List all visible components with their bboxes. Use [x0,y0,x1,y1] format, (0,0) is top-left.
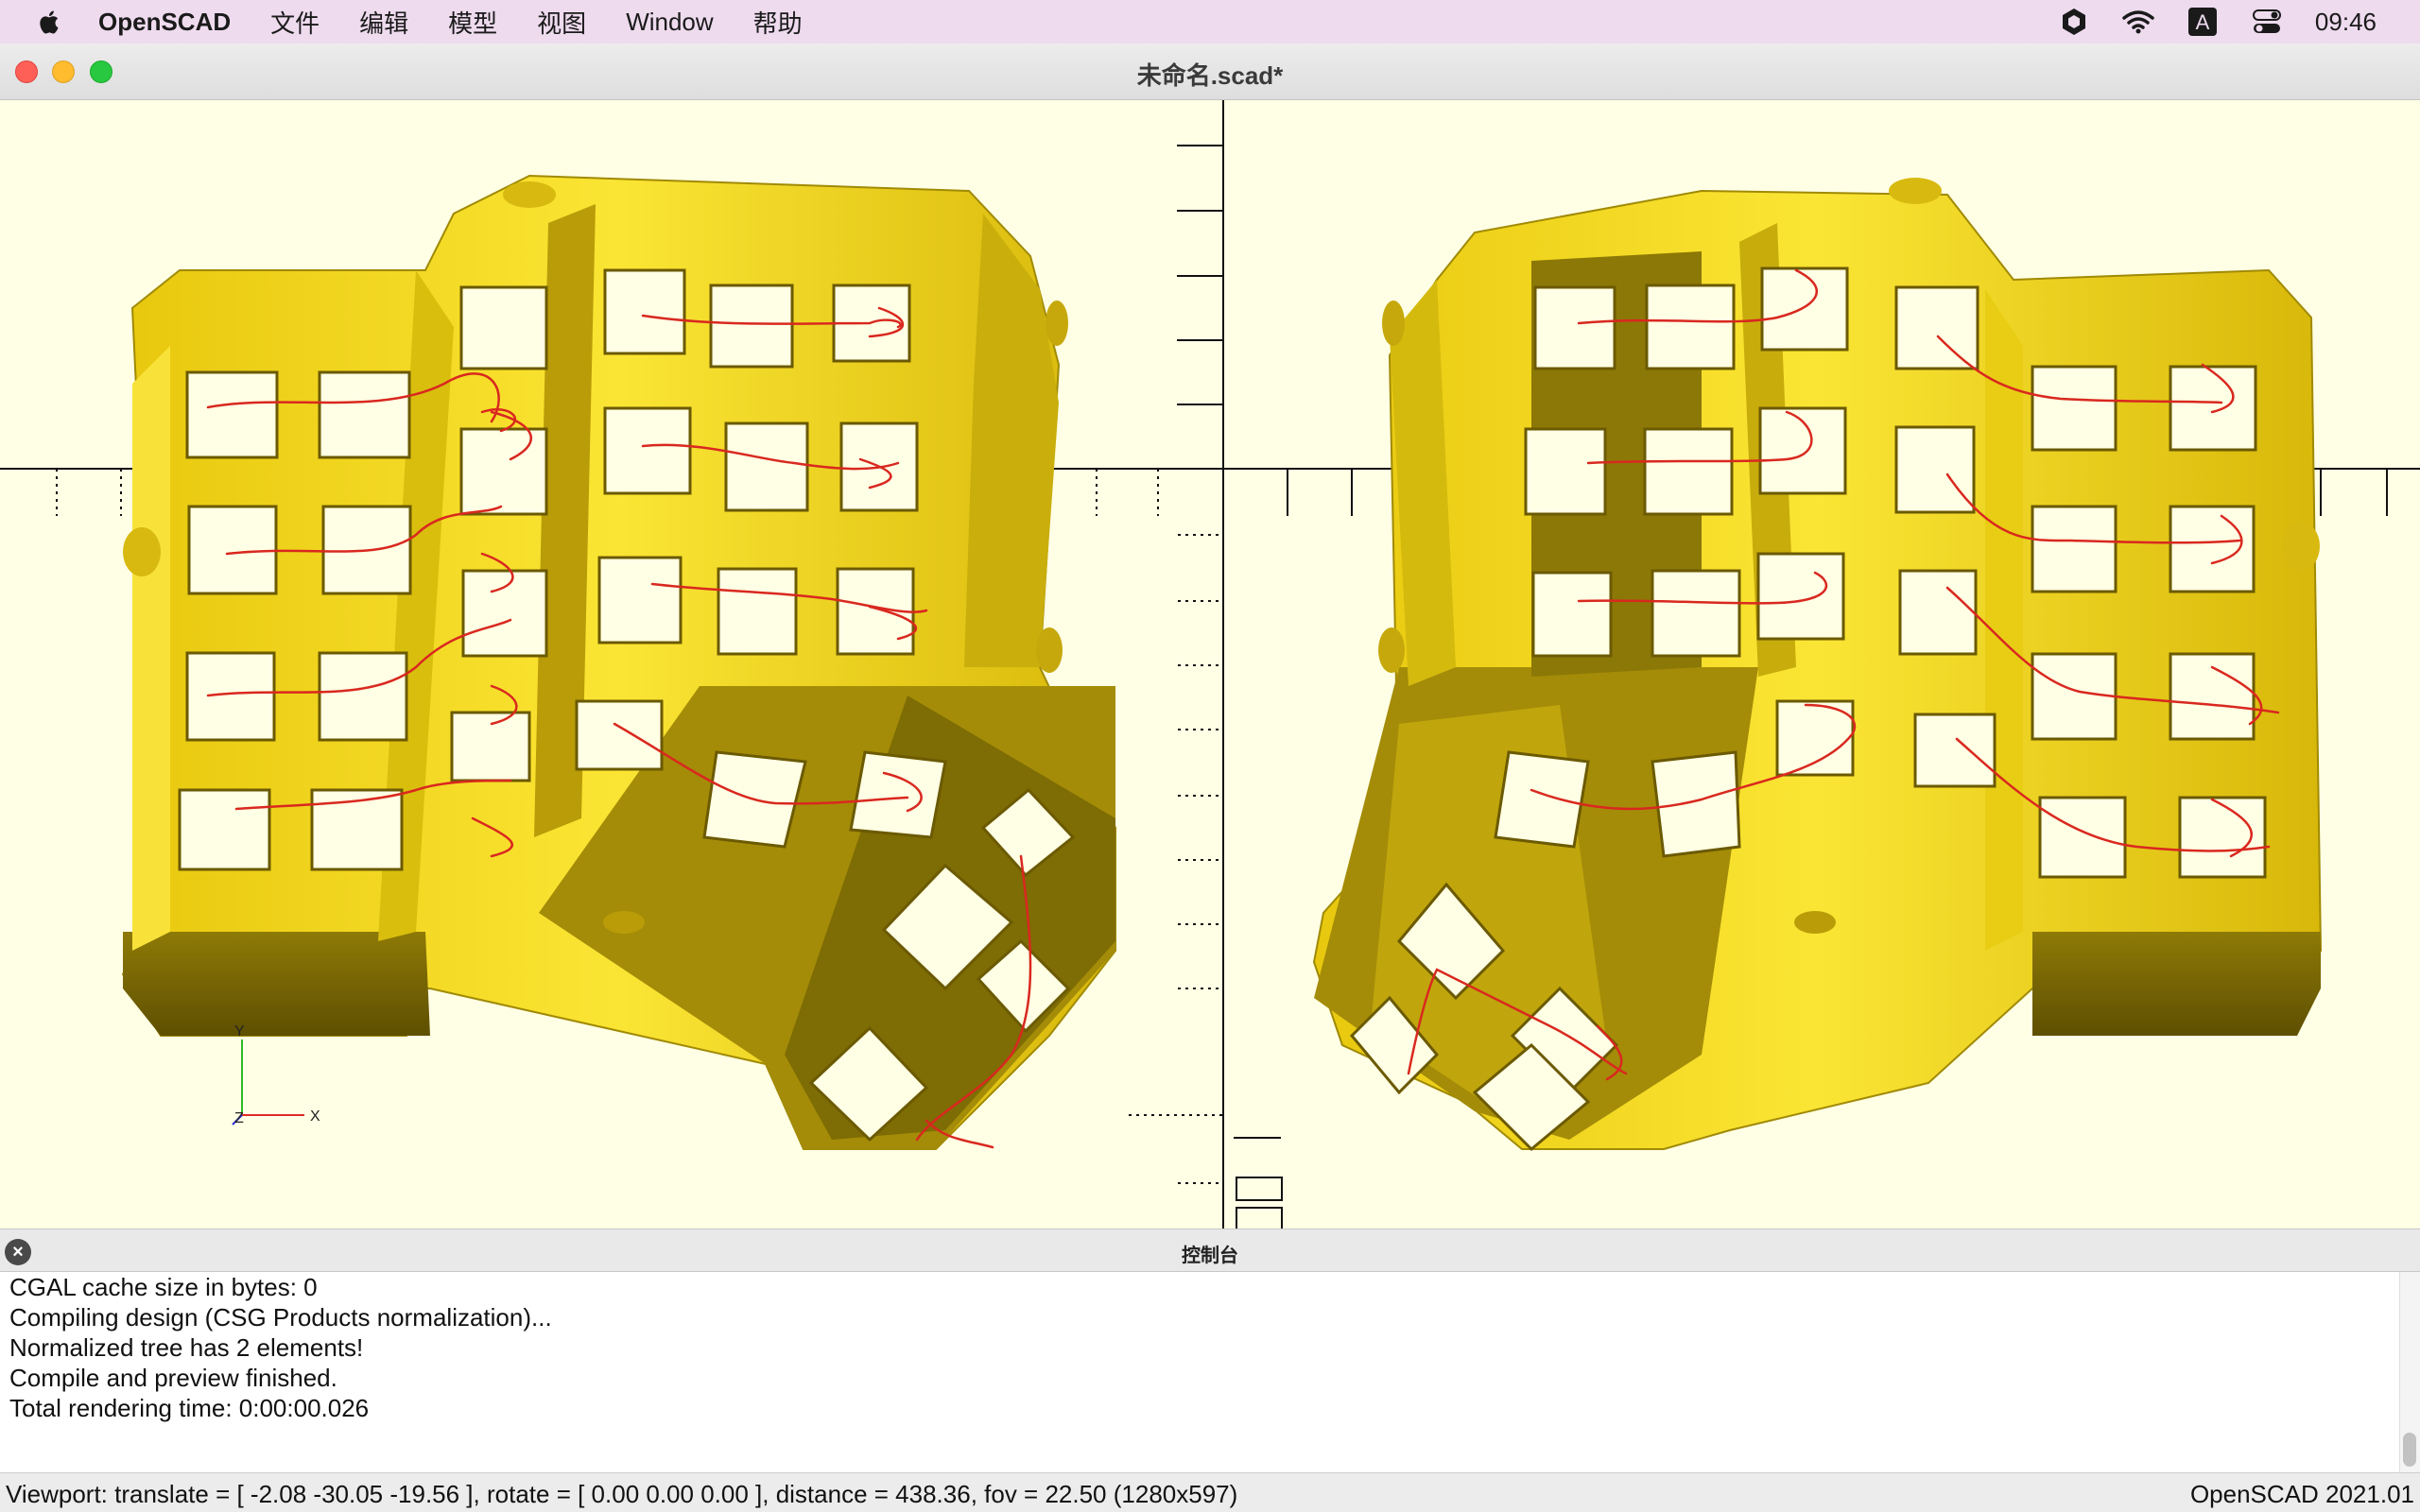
viewport-status: Viewport: translate = [ -2.08 -30.05 -19… [6,1480,1238,1508]
apple-icon[interactable] [36,8,64,36]
console-scroll-thumb[interactable] [2403,1433,2416,1467]
console-line: Compile and preview finished. [9,1364,337,1392]
keyboard-left-half [121,174,1116,1150]
console-output[interactable]: CGAL cache size in bytes: 0 Compiling de… [0,1272,2420,1472]
console-header: × 控制台 [0,1228,2420,1272]
console-line: Normalized tree has 2 elements! [9,1333,364,1362]
menu-window[interactable]: Window [626,8,713,37]
window-title: 未命名.scad* [1136,61,1284,90]
menu-view[interactable]: 视图 [537,5,586,40]
gizmo-y-label: Y [234,1023,245,1040]
menu-file[interactable]: 文件 [270,5,320,40]
menu-help[interactable]: 帮助 [753,5,803,40]
keyboard-right-half [1312,178,2323,1152]
window-titlebar[interactable]: 未命名.scad* [0,43,2420,100]
menu-design[interactable]: 模型 [448,5,497,40]
input-method-icon[interactable]: A [2187,6,2219,38]
menu-edit[interactable]: 编辑 [359,5,408,40]
status-bar: Viewport: translate = [ -2.08 -30.05 -19… [0,1472,2420,1512]
menu-bar: OpenSCAD 文件 编辑 模型 视图 Window 帮助 A 09:46 [0,0,2420,43]
console-title: 控制台 [1182,1246,1238,1266]
hexagon-shield-icon[interactable] [2058,6,2090,38]
console-line: CGAL cache size in bytes: 0 [9,1273,318,1301]
3d-viewport[interactable]: Y X Z [0,100,2420,1228]
console-line: Total rendering time: 0:00:00.026 [9,1394,370,1422]
console-line: Compiling design (CSG Products normaliza… [9,1303,552,1332]
app-menu-openscad[interactable]: OpenSCAD [98,8,231,37]
axis-gizmo: Y X Z [232,1023,320,1126]
input-method-label: A [2196,10,2210,34]
gizmo-z-label: Z [234,1110,244,1126]
menubar-clock: 09:46 [2314,7,2377,36]
viewport-canvas[interactable]: Y X Z [0,100,2420,1228]
wifi-icon[interactable] [2122,6,2154,38]
control-center-icon[interactable] [2251,6,2283,38]
version-label: OpenSCAD 2021.01 [2189,1480,2414,1508]
gizmo-x-label: X [310,1108,320,1125]
